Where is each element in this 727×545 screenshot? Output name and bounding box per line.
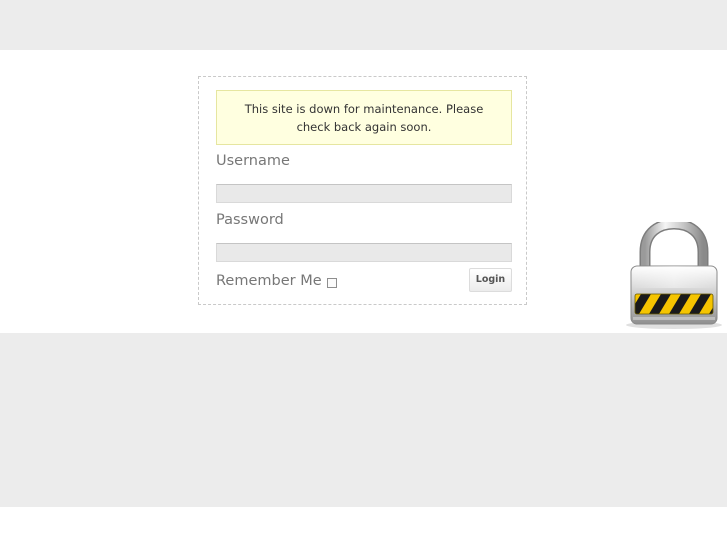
remember-me-checkbox[interactable]: [326, 277, 337, 288]
username-input[interactable]: [216, 184, 512, 203]
remember-me-row: Remember Me: [216, 271, 337, 291]
password-label: Password: [216, 212, 284, 228]
maintenance-notice: This site is down for maintenance. Pleas…: [216, 90, 512, 145]
bottom-band: [0, 333, 727, 507]
maintenance-message: This site is down for maintenance. Pleas…: [244, 102, 484, 134]
login-button[interactable]: Login: [469, 268, 512, 292]
remember-me-label: Remember Me: [216, 273, 322, 289]
top-band: [0, 0, 727, 50]
padlock-icon: [621, 218, 727, 330]
password-input[interactable]: [216, 243, 512, 262]
username-label: Username: [216, 153, 290, 169]
login-form: This site is down for maintenance. Pleas…: [198, 76, 527, 305]
